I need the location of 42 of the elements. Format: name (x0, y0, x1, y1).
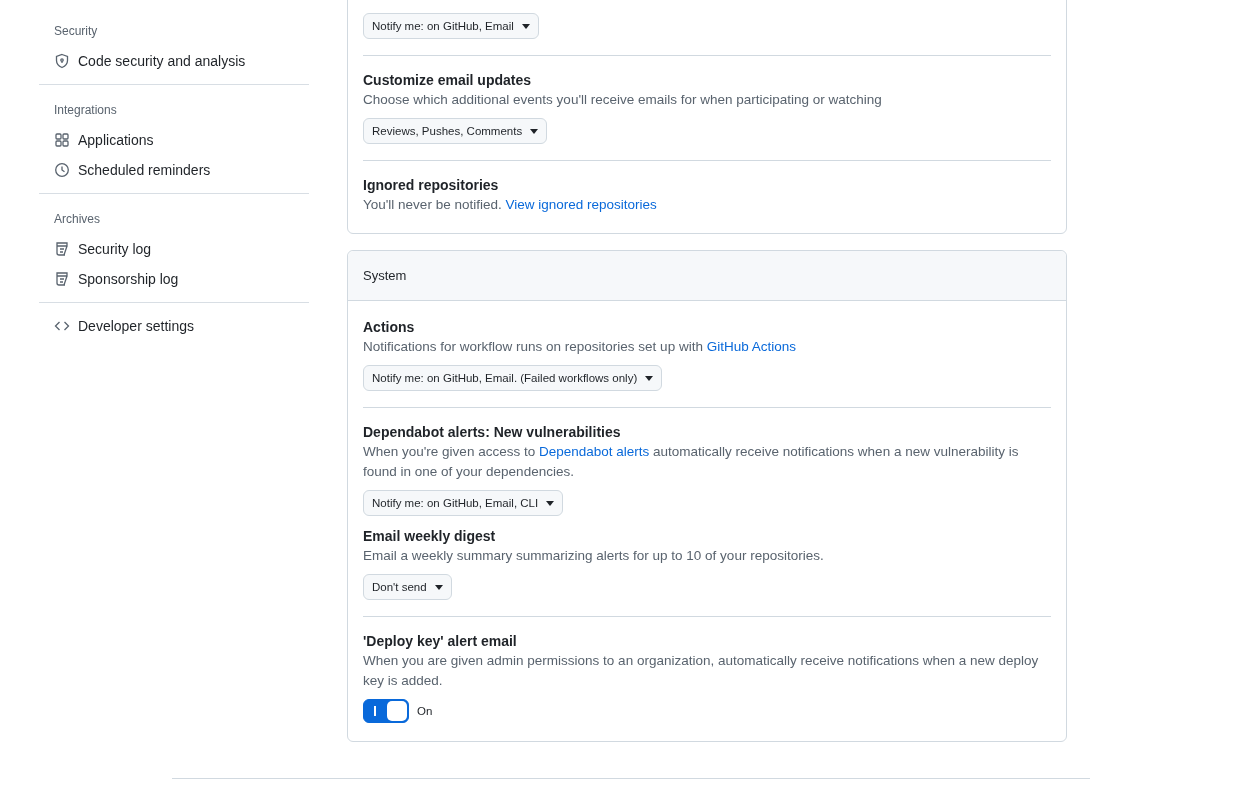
sidebar-item[interactable]: Developer settings (39, 311, 309, 341)
grid-icon (54, 132, 70, 148)
setting-description: You'll never be notified. View ignored repositories (363, 196, 658, 214)
sidebar-item[interactable]: Scheduled reminders (39, 155, 309, 185)
sidebar-item[interactable]: Sponsorship log (39, 264, 309, 294)
toggle-switch[interactable] (363, 699, 409, 723)
setting-description: Notifications for workflow runs on repositories set up with GitHub Actions (363, 338, 797, 356)
setting-description: When you are given admin permissions to an organization, automatically receive notifications when a new deploy key is added. (363, 652, 1040, 690)
notification-dropdown[interactable]: Notify me: on GitHub, Email, CLI (363, 490, 564, 516)
caret-icon (434, 584, 443, 590)
setting-link[interactable]: Dependabot alerts (538, 444, 650, 459)
caret-icon (645, 375, 654, 381)
setting-title: 'Deploy key' alert email (363, 632, 518, 651)
log-icon (54, 271, 70, 287)
clock-icon (54, 162, 70, 178)
caret-icon (546, 500, 555, 506)
setting-description: When you're given access to Dependabot alerts automatically receive notifications when a new vulnerability is found in one of your dependencies. (363, 443, 1020, 481)
log-icon (54, 241, 70, 257)
setting-title: Dependabot alerts: New vulnerabilities (363, 423, 622, 442)
setting-description: Email a weekly summary summarizing alerts for up to 10 of your repositories. (363, 547, 825, 565)
notification-dropdown[interactable]: Reviews, Pushes, Comments (363, 118, 548, 144)
setting-title: Email weekly digest (363, 527, 497, 546)
toggle-label: On (417, 705, 433, 717)
setting-description: Choose which additional events you'll receive emails for when participating or watching (363, 91, 883, 109)
sidebar-item[interactable]: Applications (39, 125, 309, 155)
sidebar-item[interactable]: Code security and analysis (39, 46, 309, 76)
setting-title: Ignored repositories (363, 176, 500, 195)
notification-dropdown[interactable]: Don't send (363, 574, 452, 600)
setting-link[interactable]: GitHub Actions (706, 339, 796, 354)
sidebar-heading: Integrations (53, 102, 118, 119)
setting-title: Customize email updates (363, 71, 533, 90)
notification-dropdown[interactable]: Notify me: on GitHub, Email. (Failed workflows only) (363, 365, 663, 391)
sidebar-heading: Archives (53, 211, 101, 228)
shield-icon (54, 53, 70, 69)
sidebar-heading: Security (53, 23, 99, 40)
sidebar-item[interactable]: Security log (39, 234, 309, 264)
caret-icon (530, 128, 539, 134)
caret-icon (521, 23, 530, 29)
card-title: System (348, 251, 1066, 301)
notification-dropdown[interactable]: Notify me: on GitHub, Email (363, 13, 539, 39)
setting-link[interactable]: View ignored repositories (505, 197, 657, 212)
setting-title: Actions (363, 318, 416, 337)
